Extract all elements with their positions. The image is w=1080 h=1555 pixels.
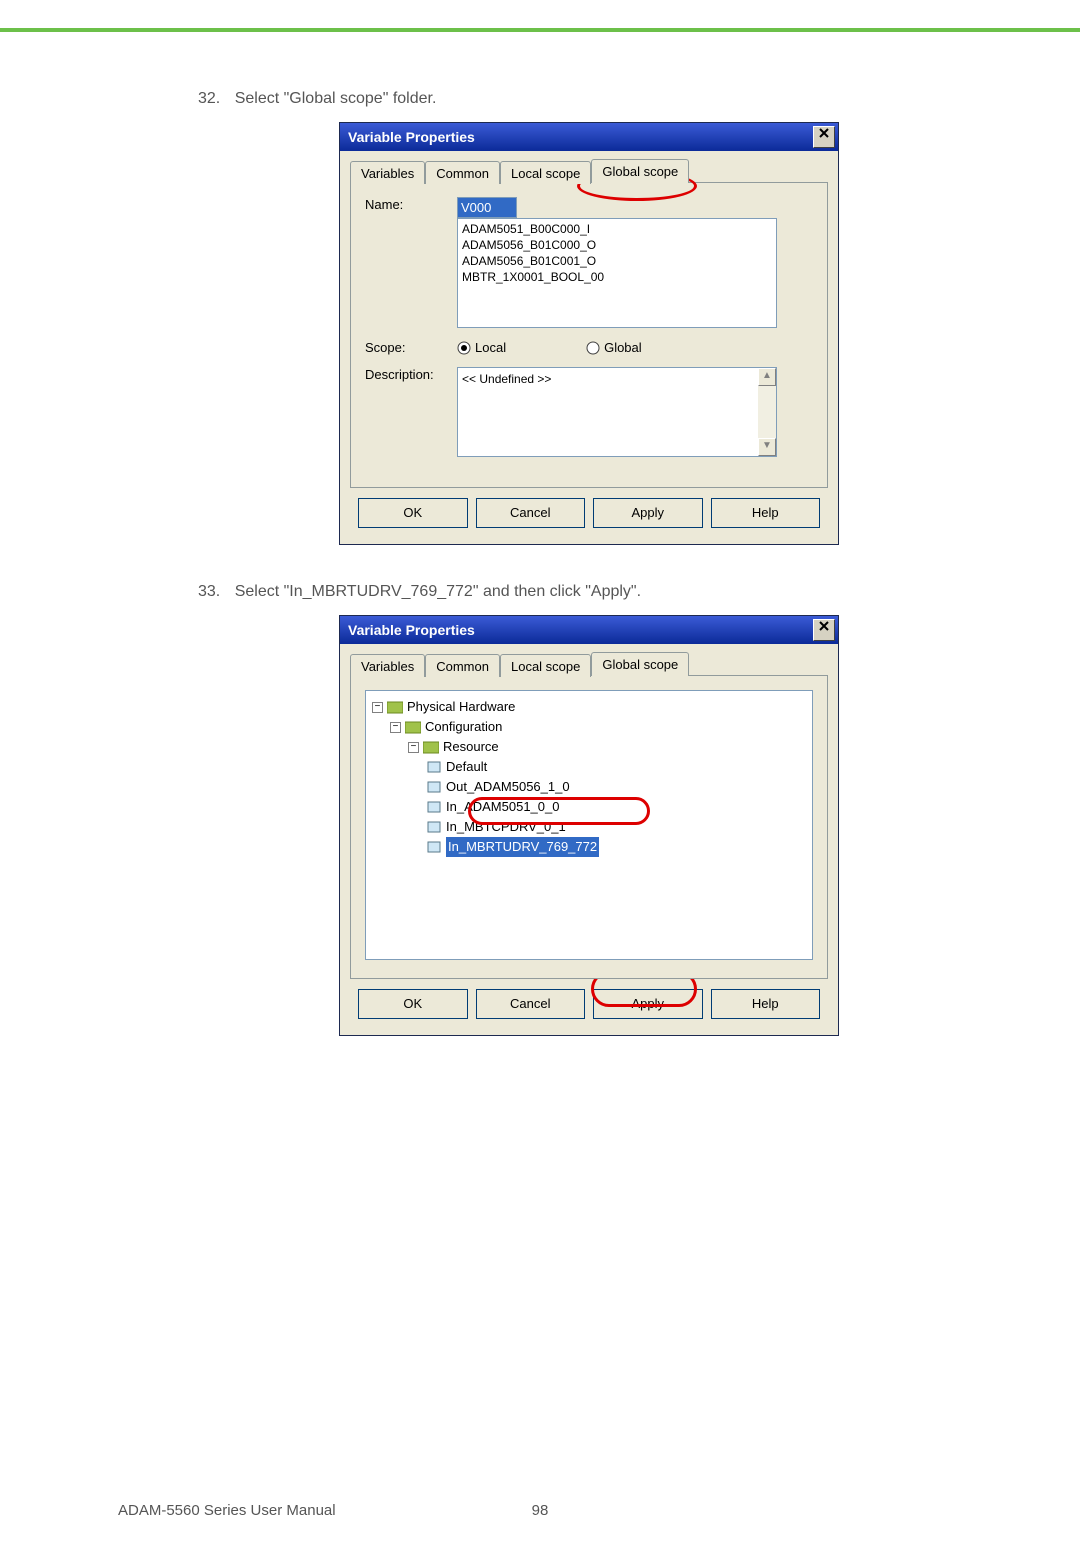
apply-button[interactable]: Apply — [593, 989, 703, 1019]
page-footer: ADAM-5560 Series User Manual 98 — [0, 1502, 1080, 1519]
item-icon — [426, 820, 442, 834]
tab-local-scope[interactable]: Local scope — [500, 654, 591, 677]
tree-node-in-mbtcpdrv[interactable]: In_MBTCPDRV_0_1 — [426, 817, 806, 837]
description-label: Description: — [365, 367, 457, 382]
tree-node-default[interactable]: Default — [426, 757, 806, 777]
scope-global-radio[interactable]: Global — [586, 340, 642, 355]
apply-button[interactable]: Apply — [593, 498, 703, 528]
tab-local-scope[interactable]: Local scope — [500, 161, 591, 184]
scope-local-label: Local — [475, 340, 506, 355]
tab-pane: Name: V000 ADAM5051_B00C000_I ADAM5056_B… — [350, 182, 828, 488]
tab-common[interactable]: Common — [425, 161, 500, 184]
name-input[interactable]: V000 — [457, 197, 517, 218]
close-icon[interactable] — [813, 619, 835, 641]
folder-icon — [387, 700, 403, 714]
tab-global-scope[interactable]: Global scope — [591, 159, 689, 183]
tree-label: Physical Hardware — [407, 697, 515, 717]
step-32: 32. Select "Global scope" folder. — [198, 90, 980, 108]
dialog-button-row: OK Cancel Apply Help — [350, 979, 828, 1025]
dialog-button-row: OK Cancel Apply Help — [350, 488, 828, 534]
tree-node-out-adam5056[interactable]: Out_ADAM5056_1_0 — [426, 777, 806, 797]
tree-node-resource[interactable]: − Resource — [408, 737, 806, 757]
dialog-title: Variable Properties — [348, 622, 475, 638]
tab-variables[interactable]: Variables — [350, 161, 425, 184]
tree-node-in-mbrtudrv[interactable]: In_MBRTUDRV_769_772 — [426, 837, 806, 857]
step-32-number: 32. — [198, 90, 220, 107]
item-icon — [426, 760, 442, 774]
tree-label: Default — [446, 757, 487, 777]
ok-button[interactable]: OK — [358, 498, 468, 528]
tree-label: In_MBTCPDRV_0_1 — [446, 817, 566, 837]
expander-icon[interactable]: − — [408, 742, 419, 753]
footer-left: ADAM-5560 Series User Manual — [118, 1502, 336, 1519]
footer-page-number: 98 — [532, 1502, 549, 1519]
tree-label: Out_ADAM5056_1_0 — [446, 777, 570, 797]
name-label: Name: — [365, 197, 457, 212]
tab-bar: Variables Common Local scope Global scop… — [350, 652, 828, 676]
cancel-button[interactable]: Cancel — [476, 989, 586, 1019]
variable-properties-dialog-2: Variable Properties Variables Common Loc… — [339, 615, 839, 1036]
help-button[interactable]: Help — [711, 989, 821, 1019]
variable-properties-dialog-1: Variable Properties Variables Common Loc… — [339, 122, 839, 545]
tab-common[interactable]: Common — [425, 654, 500, 677]
dialog-title: Variable Properties — [348, 129, 475, 145]
tree-label: In_ADAM5051_0_0 — [446, 797, 559, 817]
page-content: 32. Select "Global scope" folder. Variab… — [0, 32, 1080, 1036]
tree-node-in-adam5051[interactable]: In_ADAM5051_0_0 — [426, 797, 806, 817]
item-icon — [426, 800, 442, 814]
scope-tree[interactable]: − Physical Hardware − Configuration − Re… — [365, 690, 813, 960]
description-textarea[interactable]: << Undefined >> — [457, 367, 777, 457]
scope-local-radio[interactable]: Local — [457, 340, 506, 355]
scope-label: Scope: — [365, 340, 457, 355]
expander-icon[interactable]: − — [372, 702, 383, 713]
help-button[interactable]: Help — [711, 498, 821, 528]
tree-label: Resource — [443, 737, 499, 757]
scope-global-label: Global — [604, 340, 642, 355]
dialog-titlebar[interactable]: Variable Properties — [340, 123, 838, 151]
scrollbar[interactable]: ▲ ▼ — [758, 368, 776, 456]
tab-global-scope[interactable]: Global scope — [591, 652, 689, 676]
folder-icon — [423, 740, 439, 754]
scroll-up-icon[interactable]: ▲ — [758, 368, 776, 386]
item-icon — [426, 840, 442, 854]
expander-icon[interactable]: − — [390, 722, 401, 733]
tab-bar: Variables Common Local scope Global scop… — [350, 159, 828, 183]
step-32-text: Select "Global scope" folder. — [235, 90, 437, 107]
ok-button[interactable]: OK — [358, 989, 468, 1019]
scroll-down-icon[interactable]: ▼ — [758, 438, 776, 456]
cancel-button[interactable]: Cancel — [476, 498, 586, 528]
tab-pane: − Physical Hardware − Configuration − Re… — [350, 675, 828, 979]
tree-node-configuration[interactable]: − Configuration — [390, 717, 806, 737]
step-33-number: 33. — [198, 583, 220, 600]
tree-label-selected: In_MBRTUDRV_769_772 — [446, 837, 599, 857]
name-listbox[interactable]: ADAM5051_B00C000_I ADAM5056_B01C000_O AD… — [457, 218, 777, 328]
step-33-text: Select "In_MBRTUDRV_769_772" and then cl… — [235, 583, 641, 600]
dialog-titlebar[interactable]: Variable Properties — [340, 616, 838, 644]
scroll-track[interactable] — [758, 386, 776, 438]
item-icon — [426, 780, 442, 794]
tree-node-physical-hardware[interactable]: − Physical Hardware — [372, 697, 806, 717]
folder-icon — [405, 720, 421, 734]
tree-label: Configuration — [425, 717, 502, 737]
tab-variables[interactable]: Variables — [350, 654, 425, 677]
step-33: 33. Select "In_MBRTUDRV_769_772" and the… — [198, 583, 980, 601]
close-icon[interactable] — [813, 126, 835, 148]
